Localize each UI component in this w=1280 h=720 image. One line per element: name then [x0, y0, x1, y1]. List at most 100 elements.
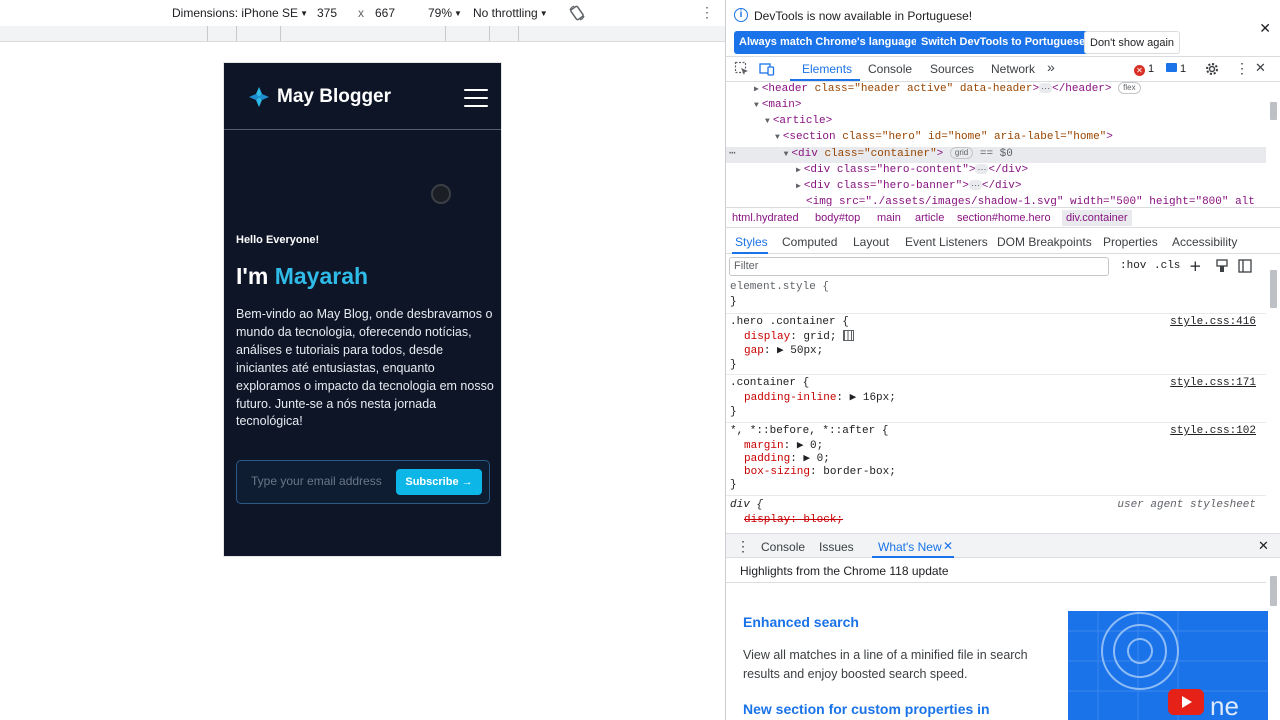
tab-computed[interactable]: Computed	[782, 235, 837, 249]
grid-editor-icon[interactable]	[843, 330, 855, 341]
style-declaration[interactable]: margin: ▶ 0;	[744, 439, 823, 453]
subscribe-button[interactable]: Subscribe →	[396, 469, 482, 495]
rule-selector[interactable]: .hero .container {	[730, 315, 849, 329]
scroll-thumb[interactable]	[1270, 102, 1277, 120]
menu-button[interactable]	[464, 89, 488, 107]
scroll-thumb[interactable]	[1270, 270, 1277, 308]
dom-scrollbar[interactable]	[1269, 82, 1278, 206]
tab-layout[interactable]: Layout	[853, 235, 889, 249]
rule-selector[interactable]: *, *::before, *::after {	[730, 424, 888, 438]
style-declaration[interactable]: padding-inline: ▶ 16px;	[744, 391, 896, 405]
breadcrumb-item[interactable]: article	[915, 212, 944, 224]
tab-network[interactable]: Network	[991, 62, 1035, 76]
tab-console[interactable]: Console	[868, 62, 912, 76]
more-options-icon[interactable]: ⋮	[700, 4, 714, 20]
style-declaration[interactable]: box-sizing: border-box;	[744, 465, 896, 479]
throttle-select[interactable]: No throttling ▼	[473, 6, 548, 20]
promo-video-thumbnail[interactable]: ne	[1068, 611, 1268, 720]
styles-scrollbar[interactable]	[1269, 268, 1278, 530]
whats-new-subtitle: Highlights from the Chrome 118 update	[740, 564, 949, 578]
add-rule-icon[interactable]: +	[1189, 257, 1202, 275]
close-drawer-icon[interactable]: ✕	[1258, 538, 1269, 554]
tab-dom-breakpoints[interactable]: DOM Breakpoints	[997, 235, 1092, 249]
rule-selector[interactable]: div {	[730, 498, 763, 512]
dont-show-again-button[interactable]: Don't show again	[1084, 31, 1181, 54]
logo-icon	[249, 87, 269, 107]
rule-source-link[interactable]: style.css:102	[1170, 424, 1256, 438]
dom-node-header[interactable]: ▶ <header class="header active" data-head…	[754, 82, 1141, 97]
rotate-icon[interactable]	[568, 4, 586, 22]
height-input[interactable]: 667	[375, 6, 395, 20]
breadcrumb-item-active[interactable]: div.container	[1062, 210, 1132, 226]
breadcrumb-item[interactable]: section#home.hero	[957, 212, 1051, 224]
tab-properties[interactable]: Properties	[1103, 235, 1158, 249]
ellipsis-icon[interactable]: ⋯	[1039, 83, 1053, 93]
drawer-scrollbar[interactable]	[1269, 570, 1278, 720]
dom-node-main[interactable]: ▼ <main>	[754, 97, 801, 113]
attr-text: class="container"	[824, 148, 937, 160]
width-input[interactable]: 375	[317, 6, 337, 20]
overridden-declaration[interactable]: display: block;	[744, 513, 843, 527]
dom-node-container[interactable]: ⋯ ▼ <div class="container"> grid == $0	[729, 146, 1013, 162]
class-toggle[interactable]: .cls	[1154, 260, 1180, 272]
ellipsis-icon[interactable]: ⋯	[975, 164, 989, 174]
tab-sources[interactable]: Sources	[930, 62, 974, 76]
scroll-thumb[interactable]	[1270, 576, 1277, 606]
switch-language-button[interactable]: Switch DevTools to Portuguese	[916, 31, 1091, 54]
close-icon[interactable]: ✕	[1259, 20, 1271, 37]
rule-selector[interactable]: .container {	[730, 376, 809, 390]
drawer-tab-issues[interactable]: Issues	[819, 540, 854, 554]
element-style-selector[interactable]: element.style {	[730, 280, 829, 294]
rule-source-link[interactable]: style.css:416	[1170, 315, 1256, 329]
ellipsis-icon[interactable]: ⋯	[968, 180, 982, 190]
dom-node-img[interactable]: <img src="./assets/images/shadow-1.svg" …	[806, 194, 1255, 206]
zoom-select[interactable]: 79% ▼	[428, 6, 462, 20]
hover-state-toggle[interactable]: :hov	[1120, 260, 1146, 272]
close-tab-icon[interactable]: ✕	[943, 539, 953, 553]
feature-heading[interactable]: New section for custom properties in	[743, 701, 990, 717]
dom-node-hero-banner[interactable]: ▶ <div class="hero-banner"> ⋯ </div>	[796, 178, 1021, 194]
filter-input[interactable]: Filter	[729, 257, 1109, 276]
dom-node-article[interactable]: ▼ <article>	[765, 113, 832, 129]
device-toggle-icon[interactable]	[759, 61, 775, 77]
breadcrumb-item[interactable]: body#top	[815, 212, 860, 224]
message-badge[interactable]: 1	[1166, 63, 1186, 75]
inspect-element-icon[interactable]	[734, 61, 750, 77]
email-field[interactable]: Type your email address	[251, 474, 391, 488]
style-declaration[interactable]: padding: ▶ 0;	[744, 452, 830, 466]
collapse-triangle-icon: ▼	[754, 101, 759, 110]
style-declaration[interactable]: display: grid;	[744, 330, 855, 344]
drawer-tab-console[interactable]: Console	[761, 540, 805, 554]
feature-heading[interactable]: Enhanced search	[743, 614, 859, 630]
prop-value: ▶ 16px;	[849, 392, 896, 404]
tab-styles[interactable]: Styles	[735, 235, 768, 249]
drawer-menu-icon[interactable]: ⋮	[736, 538, 750, 555]
sidebar-toggle-icon[interactable]	[1238, 259, 1252, 273]
error-badge[interactable]: ✕ 1	[1134, 63, 1154, 76]
rule-source-link[interactable]: style.css:171	[1170, 376, 1256, 390]
color-format-icon[interactable]	[1215, 259, 1229, 273]
active-tab-indicator	[790, 79, 860, 81]
tag-text: </div>	[988, 164, 1029, 176]
style-declaration[interactable]: gap: ▶ 50px;	[744, 344, 823, 358]
close-devtools-icon[interactable]: ✕	[1255, 60, 1266, 76]
newsletter-form: Type your email address Subscribe →	[236, 460, 490, 504]
youtube-play-icon[interactable]	[1168, 689, 1204, 715]
devtools-menu-icon[interactable]: ⋮	[1235, 60, 1249, 77]
tab-accessibility[interactable]: Accessibility	[1172, 235, 1237, 249]
match-language-button[interactable]: Always match Chrome's language	[734, 31, 923, 54]
drawer-tab-whats-new[interactable]: What's New	[878, 540, 942, 554]
dom-node-section[interactable]: ▼ <section class="hero" id="home" aria-la…	[775, 129, 1113, 145]
more-tabs-icon[interactable]: »	[1047, 59, 1055, 75]
breadcrumb-item[interactable]: main	[877, 212, 901, 224]
tab-elements[interactable]: Elements	[802, 62, 852, 76]
grid-badge[interactable]: grid	[949, 147, 974, 159]
site-logo[interactable]: May Blogger	[248, 86, 391, 108]
breadcrumb-item[interactable]: html.hydrated	[732, 212, 799, 224]
flex-badge[interactable]: flex	[1118, 82, 1141, 94]
device-select[interactable]: Dimensions: iPhone SE ▼	[172, 6, 308, 20]
tag-text: >	[936, 148, 944, 160]
dom-node-hero-content[interactable]: ▶ <div class="hero-content"> ⋯ </div>	[796, 162, 1028, 178]
settings-gear-icon[interactable]	[1204, 61, 1220, 77]
tab-event-listeners[interactable]: Event Listeners	[905, 235, 988, 249]
